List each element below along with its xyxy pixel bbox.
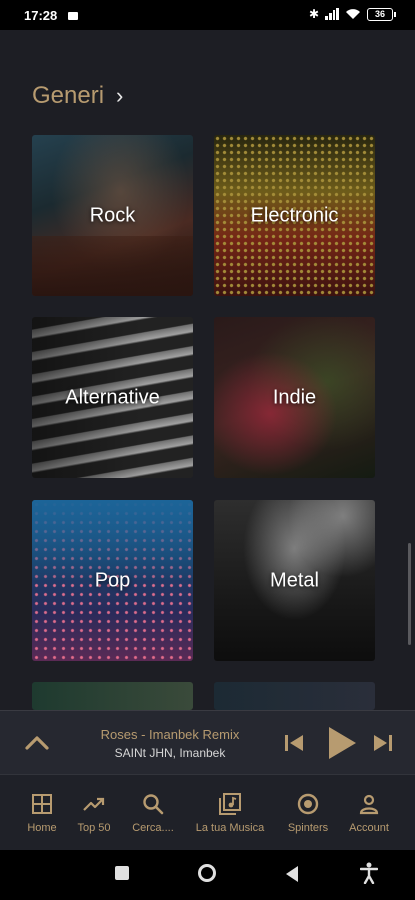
genres-page[interactable]: Generi › Rock Electronic Alternative Ind… xyxy=(0,30,415,710)
skip-next-icon[interactable] xyxy=(372,733,394,753)
nav-label: Cerca.... xyxy=(132,822,174,834)
genre-label: Metal xyxy=(270,569,319,591)
nav-item-search[interactable]: Cerca.... xyxy=(126,775,180,851)
battery-icon: 36 xyxy=(367,7,396,21)
accessibility-icon[interactable] xyxy=(360,862,378,884)
nav-label: La tua Musica xyxy=(195,822,265,834)
genre-label: Electronic xyxy=(250,204,339,226)
wifi-icon xyxy=(346,9,360,19)
nav-item-top50[interactable]: Top 50 xyxy=(68,775,120,851)
record-icon xyxy=(297,793,319,815)
genre-tile-electronic[interactable]: Electronic xyxy=(214,135,375,296)
genre-label: Pop xyxy=(94,569,131,591)
track-artist: SAINt JHN, Imanbek xyxy=(114,746,226,760)
home-circle-icon[interactable] xyxy=(198,864,216,882)
genre-label: Alternative xyxy=(65,386,160,408)
nav-label: Home xyxy=(27,822,57,834)
library-icon xyxy=(219,793,241,815)
status-time: 17:28 xyxy=(24,8,58,23)
bottom-nav: Home Top 50 Cerca.... La tua Musica Spin… xyxy=(0,774,415,850)
genre-tile-indie[interactable]: Indie xyxy=(214,317,375,478)
nav-label: Spinters xyxy=(287,822,329,834)
recents-icon[interactable] xyxy=(115,866,129,880)
genre-tile-metal[interactable]: Metal xyxy=(214,500,375,661)
status-bar: 17:28 ✱ 36 xyxy=(0,0,415,30)
scrollbar[interactable] xyxy=(408,543,411,645)
section-header-genres[interactable]: Generi › xyxy=(32,82,123,110)
chevron-up-icon[interactable] xyxy=(24,731,50,755)
genre-tile-rock[interactable]: Rock xyxy=(32,135,193,296)
genre-label: Rock xyxy=(89,204,136,226)
genre-label: Indie xyxy=(272,386,317,408)
back-triangle-icon[interactable] xyxy=(286,866,298,882)
genre-tile-partial[interactable] xyxy=(214,682,375,710)
section-title: Generi xyxy=(32,82,105,109)
play-icon[interactable] xyxy=(326,725,358,761)
mini-player[interactable]: Roses - Imanbek Remix SAINt JHN, Imanbek xyxy=(0,710,415,774)
genre-tile-alternative[interactable]: Alternative xyxy=(32,317,193,478)
bluetooth-icon: ✱ xyxy=(309,7,320,21)
skip-previous-icon[interactable] xyxy=(283,733,305,753)
nav-item-account[interactable]: Account xyxy=(342,775,396,851)
nav-item-library[interactable]: La tua Musica xyxy=(190,775,270,851)
genre-tile-pop[interactable]: Pop xyxy=(32,500,193,661)
track-title[interactable]: Roses - Imanbek Remix xyxy=(80,727,260,742)
nav-item-spinters[interactable]: Spinters xyxy=(282,775,334,851)
nav-label: Top 50 xyxy=(77,822,111,834)
system-nav-bar xyxy=(0,850,415,900)
person-icon xyxy=(359,794,379,815)
nav-label: Account xyxy=(349,822,389,834)
chevron-right-icon: › xyxy=(116,83,124,108)
message-icon xyxy=(68,12,78,20)
nav-item-home[interactable]: Home xyxy=(14,775,70,851)
search-icon xyxy=(143,794,164,815)
trending-icon xyxy=(83,797,105,811)
status-icons: ✱ 36 xyxy=(309,7,396,21)
genre-tile-partial[interactable] xyxy=(32,682,193,710)
signal-icon xyxy=(325,8,339,20)
grid-icon xyxy=(32,794,52,814)
